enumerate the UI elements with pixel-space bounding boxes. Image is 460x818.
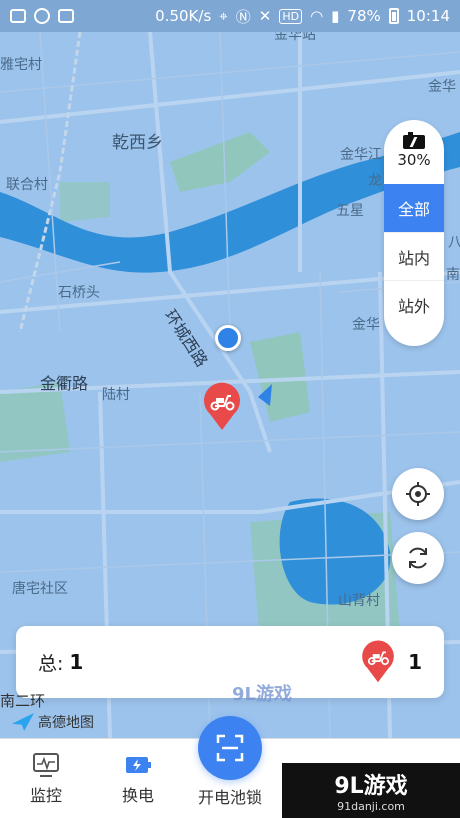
amap-logo-icon [12, 713, 34, 731]
nav-monitor[interactable]: 监控 [0, 739, 92, 818]
map-label: 南 [446, 267, 460, 283]
filter-out-station[interactable]: 站外 [384, 280, 444, 328]
filter-in-station[interactable]: 站内 [384, 232, 444, 280]
site-watermark: 9L游戏 91danji.com [282, 763, 460, 818]
map-label: 金华江 [340, 147, 382, 163]
watermark-main: 9L游戏 [334, 774, 408, 799]
gallery-icon [10, 9, 26, 23]
map-label: 龙 [368, 173, 382, 189]
refresh-icon [409, 547, 427, 569]
map-label: 金华 [428, 79, 456, 95]
clock: 10:14 [406, 7, 450, 25]
monitor-icon [33, 752, 59, 777]
network-speed: 0.50K/s [155, 7, 212, 25]
location-icon: ⌖ [219, 7, 228, 25]
scooter-count: 1 [408, 650, 422, 674]
mute-icon: ✕ [258, 7, 272, 25]
status-right: 0.50K/s ⌖ Ⓝ ✕ HD ◠ ▮ 78% 10:14 [155, 6, 450, 27]
battery-filter-value: 30% [397, 151, 431, 169]
summary-card: 总: 1 1 [16, 626, 444, 698]
status-bar: 0.50K/s ⌖ Ⓝ ✕ HD ◠ ▮ 78% 10:14 [0, 0, 460, 32]
amap-label: 高德地图 [38, 715, 94, 731]
map-label: 联合村 [6, 177, 48, 193]
map-label: 石桥头 [58, 285, 100, 301]
wifi-icon: ◠ [310, 7, 324, 25]
nav-monitor-label: 监控 [29, 785, 62, 805]
filter-panel: 30% 全部 站内 站外 [384, 120, 444, 346]
watermark-overlay: 9L游戏 [232, 684, 292, 705]
status-left [10, 8, 74, 24]
my-location-marker [215, 325, 241, 351]
map-label: 山背村 [338, 593, 380, 609]
refresh-button[interactable] [392, 532, 444, 584]
map-label: 唐宅社区 [12, 581, 68, 597]
nav-unlock-label: 开电池锁 [197, 788, 262, 807]
filter-all[interactable]: 全部 [384, 184, 444, 232]
signal-icon: ▮ [331, 7, 340, 25]
map-label: 八 [448, 235, 460, 251]
battery-swap-icon [126, 756, 151, 773]
battery-percent: 78% [347, 7, 381, 25]
total-label: 总: [38, 652, 64, 675]
scooter-pin-icon[interactable] [202, 382, 242, 432]
amap-attribution: 高德地图 [12, 712, 94, 732]
nav-battery-swap[interactable]: 换电 [92, 739, 184, 818]
map-label: 金华 [352, 317, 380, 333]
map-label: 金华站 [274, 32, 316, 43]
battery-icon [388, 8, 399, 24]
road-label-south: 南二环 [0, 692, 46, 710]
battery-filter[interactable]: 30% [384, 120, 444, 184]
hd-badge: HD [279, 8, 303, 24]
nfc-icon: Ⓝ [235, 7, 251, 26]
battery-charge-icon [403, 132, 425, 149]
scan-icon [216, 734, 244, 762]
notification-icon [58, 9, 74, 23]
locate-button[interactable] [392, 468, 444, 520]
map-label: 雅宅村 [0, 57, 42, 73]
watermark-sub: 91danji.com [337, 800, 405, 813]
map-label: 五星 [336, 203, 364, 219]
road-label-jinqu: 金衢路 [40, 374, 89, 393]
app-icon [34, 8, 50, 24]
map-label: 乾西乡 [112, 133, 163, 153]
nav-battery-swap-label: 换电 [121, 785, 154, 805]
scooter-pin-icon [362, 640, 394, 683]
total-value: 1 [69, 650, 84, 674]
map-label: 陆村 [102, 387, 130, 403]
scan-button[interactable] [198, 716, 262, 780]
location-target-icon [406, 482, 430, 506]
